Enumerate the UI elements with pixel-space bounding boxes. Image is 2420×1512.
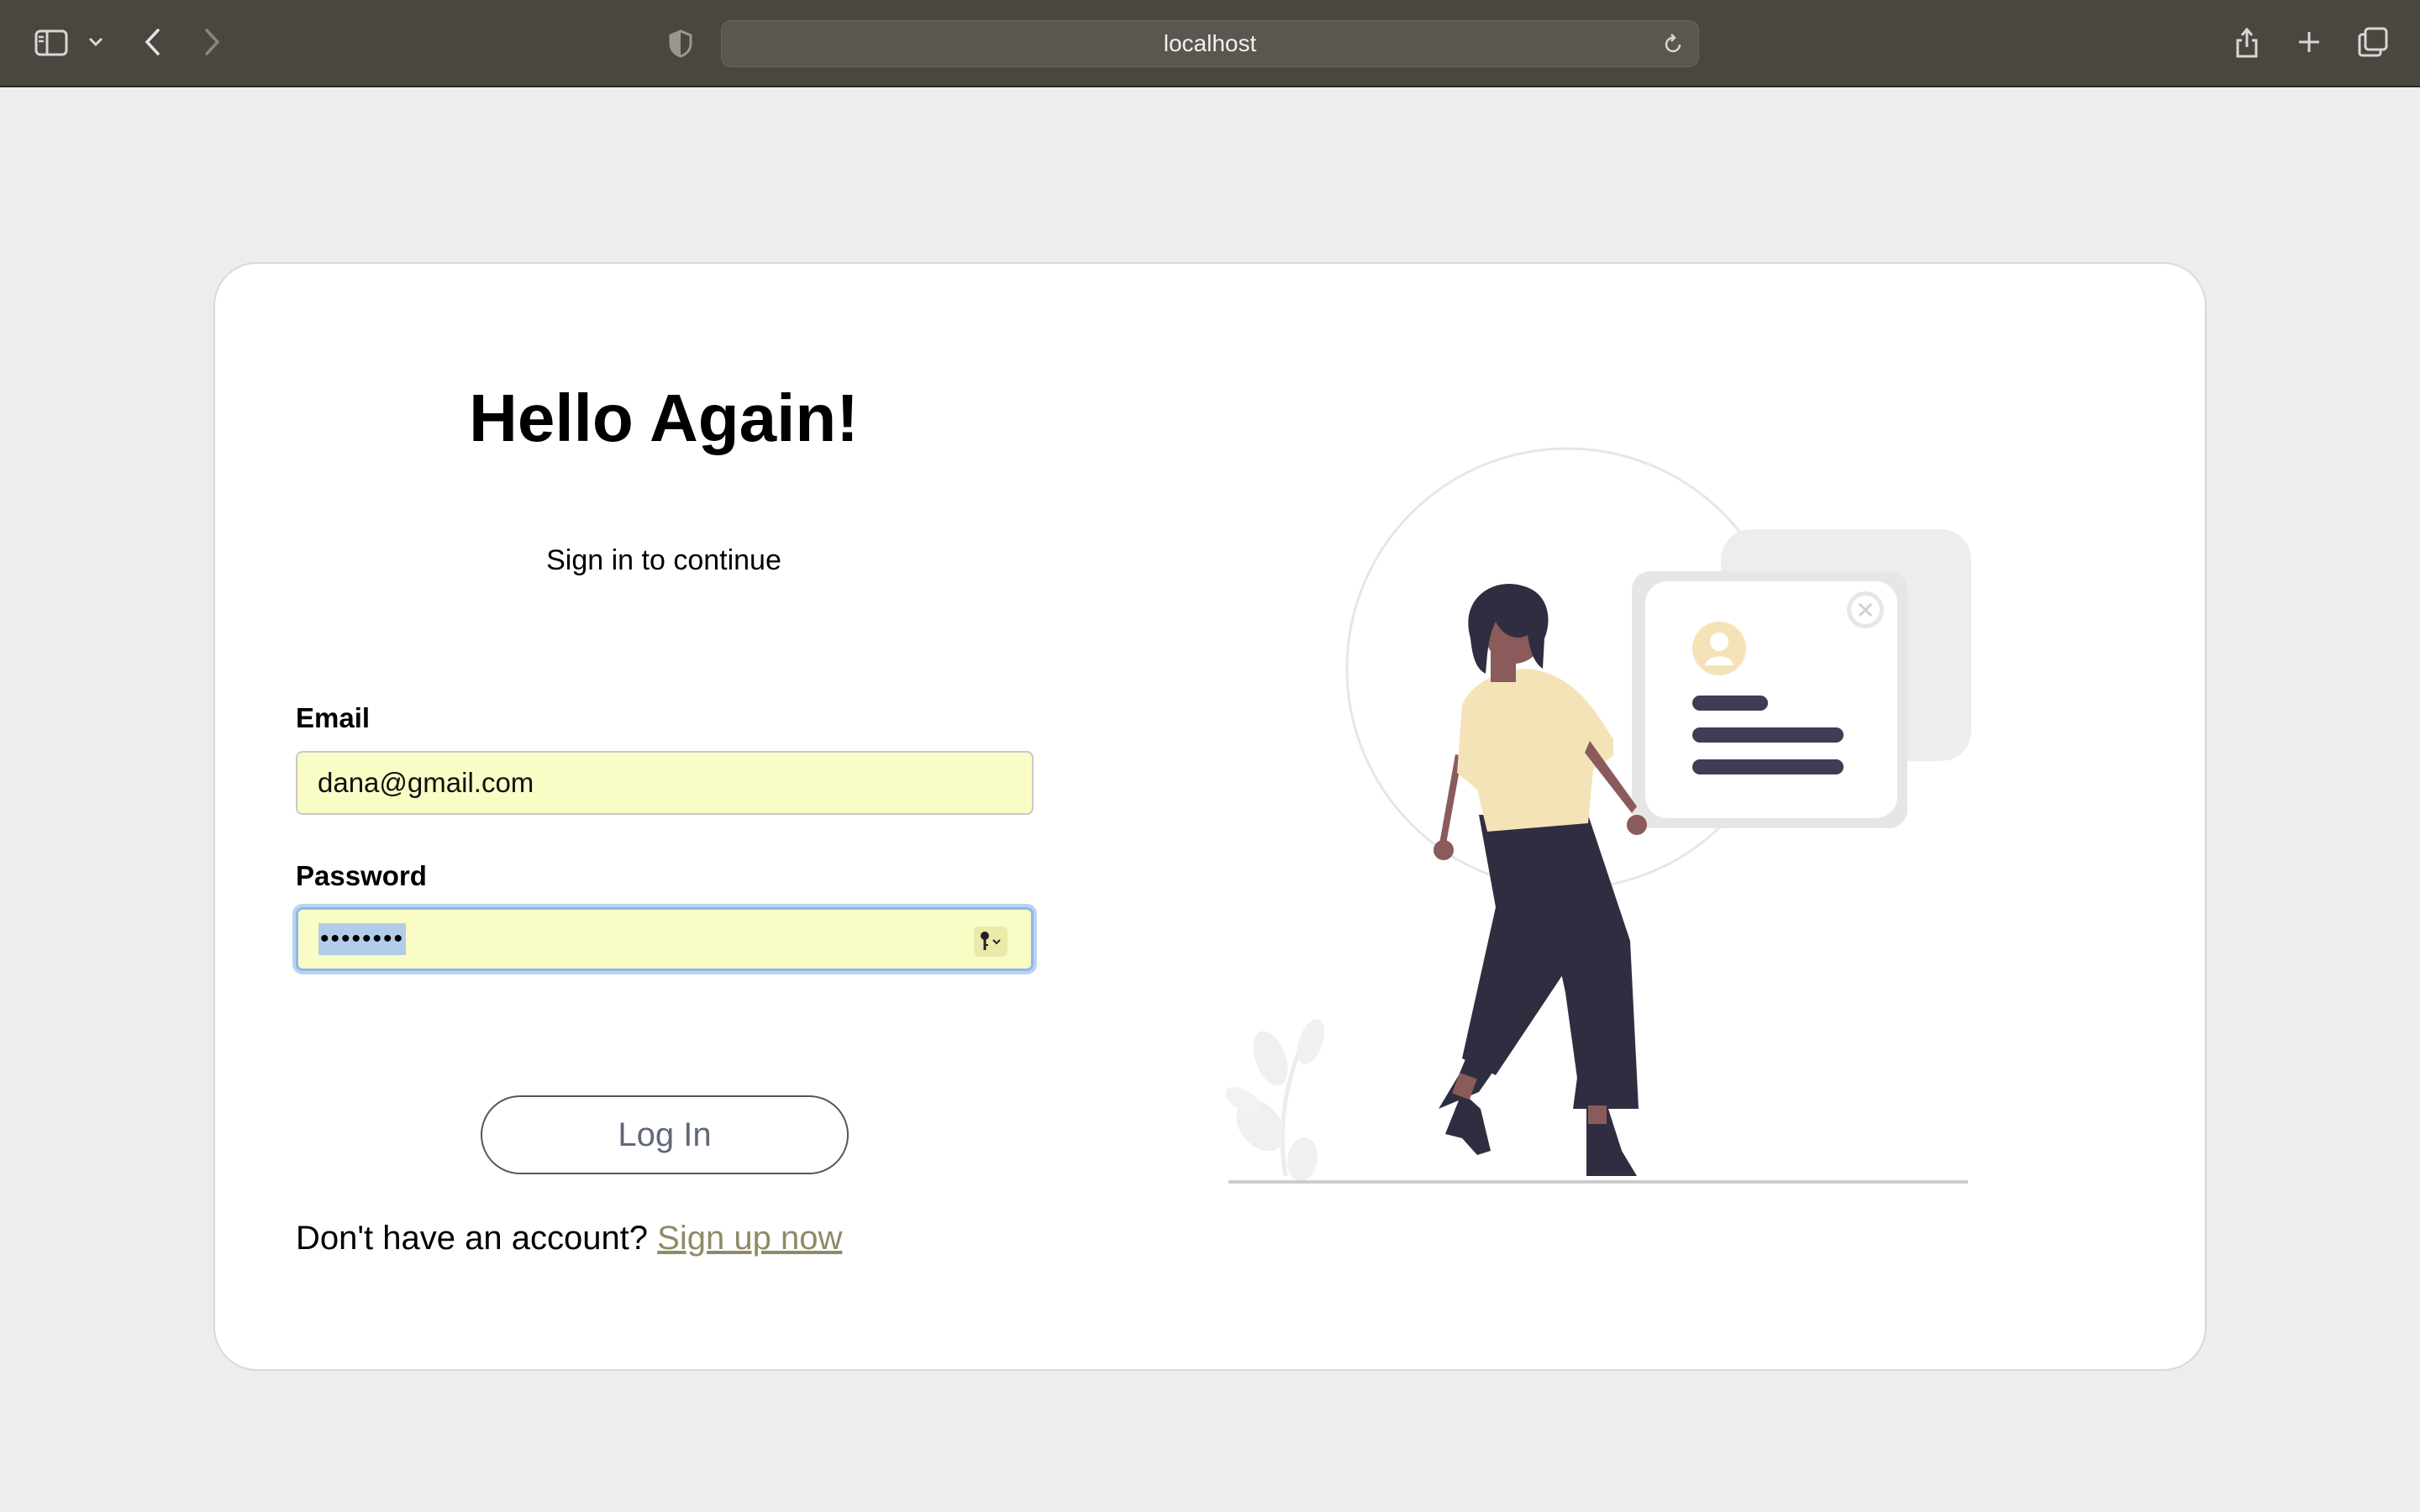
chevron-down-icon[interactable] (86, 32, 106, 52)
password-key-icon[interactable] (974, 927, 1007, 957)
back-icon[interactable] (139, 25, 165, 59)
tabs-icon[interactable] (2356, 25, 2390, 59)
signup-link[interactable]: Sign up now (657, 1220, 842, 1257)
page-title: Hello Again! (469, 381, 859, 455)
email-field[interactable]: dana@gmail.com (296, 751, 1034, 815)
forward-icon[interactable] (200, 25, 225, 59)
shield-icon[interactable] (666, 27, 696, 60)
address-text: localhost (1163, 30, 1257, 56)
signup-prompt: Don't have an account? (296, 1220, 649, 1257)
password-field[interactable]: •••••••• (296, 907, 1034, 971)
password-label: Password (296, 860, 427, 891)
plus-icon[interactable] (2294, 27, 2324, 57)
email-label: Email (296, 702, 371, 733)
address-bar[interactable]: localhost (721, 20, 1699, 67)
login-button[interactable]: Log In (481, 1095, 849, 1174)
login-illustration (1210, 437, 1991, 1197)
password-value: •••••••• (318, 923, 407, 955)
page-subtitle: Sign in to continue (546, 544, 781, 576)
share-icon[interactable] (2232, 24, 2262, 60)
reload-icon[interactable] (1660, 31, 1686, 58)
signup-row: Don't have an account? Sign up now (296, 1220, 842, 1257)
sidebar-icon[interactable] (32, 25, 71, 60)
browser-toolbar: localhost (0, 0, 2420, 87)
email-value: dana@gmail.com (318, 767, 534, 798)
